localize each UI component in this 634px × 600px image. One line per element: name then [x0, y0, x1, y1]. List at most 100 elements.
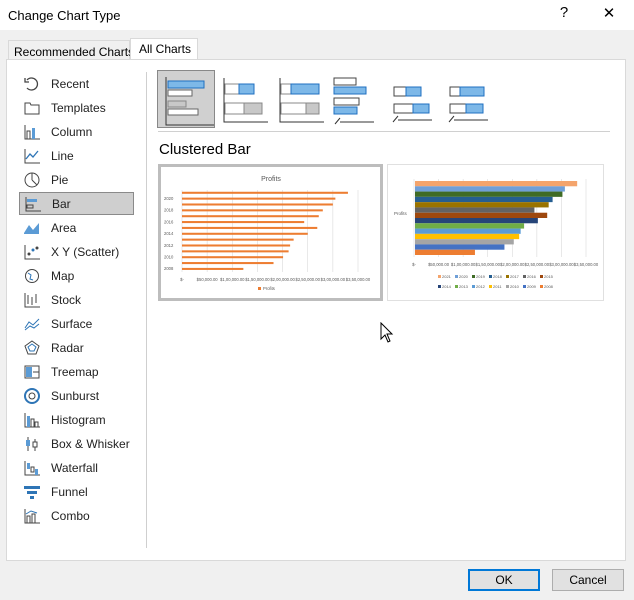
sidebar-item-funnel[interactable]: Funnel — [19, 480, 134, 503]
ok-button[interactable]: OK — [468, 569, 540, 591]
subtype-100-stacked-bar-button[interactable] — [274, 70, 332, 128]
sidebar-item-bar[interactable]: Bar — [19, 192, 134, 215]
3d-100-stacked-bar-icon — [448, 86, 488, 123]
line-chart-icon — [22, 148, 42, 164]
close-button[interactable]: ✕ — [594, 4, 624, 22]
subtype-clustered-bar-button[interactable] — [157, 70, 215, 128]
x-tick-label: $1,00,000.00 — [220, 277, 245, 282]
legend-label: 2008 — [544, 284, 554, 289]
legend-swatch — [258, 287, 261, 290]
sidebar-item-sunburst[interactable]: Sunburst — [19, 384, 134, 407]
subtype-3d-stacked-bar-button[interactable] — [386, 70, 444, 128]
legend-label: 2014 — [442, 284, 452, 289]
sidebar-item-label: Funnel — [51, 484, 88, 499]
sidebar-item-combo[interactable]: Combo — [19, 504, 134, 527]
sidebar-item-label: X Y (Scatter) — [51, 244, 120, 259]
bar-2020 — [415, 186, 565, 192]
scatter-chart-icon — [22, 244, 42, 260]
subtype-3d-clustered-bar-button[interactable] — [330, 70, 388, 128]
sidebar-item-x-y-scatter[interactable]: X Y (Scatter) — [19, 240, 134, 263]
sidebar-item-map[interactable]: Map — [19, 264, 134, 287]
legend-label: 2011 — [493, 284, 502, 289]
bar-2014 — [182, 232, 308, 235]
bar-2017 — [182, 215, 319, 218]
sidebar-item-label: Column — [51, 124, 93, 139]
map-chart-icon — [22, 268, 42, 284]
legend-label: 2009 — [527, 284, 537, 289]
chart-preview-2[interactable]: $- $50,000.00 $1,00,000.00 $1,50,000.00 $2,0… — [387, 164, 604, 301]
bar-2012 — [182, 244, 291, 247]
legend-swatch — [523, 285, 526, 288]
sidebar-item-label: Stock — [51, 292, 82, 307]
subtype-3d-100-stacked-bar-button[interactable] — [442, 70, 500, 128]
title-bar: Change Chart Type ? ✕ — [0, 0, 634, 30]
legend-swatch — [438, 285, 441, 288]
100-stacked-bar-icon — [279, 78, 324, 123]
legend-label: 2010 — [510, 284, 520, 289]
subtype-heading: Clustered Bar — [159, 141, 251, 158]
legend-swatch — [506, 285, 509, 288]
sidebar-item-recent[interactable]: Recent — [19, 72, 134, 95]
sidebar-item-label: Templates — [51, 100, 106, 115]
sidebar-item-pie[interactable]: Pie — [19, 168, 134, 191]
sidebar-item-column[interactable]: Column — [19, 120, 134, 143]
sidebar-item-waterfall[interactable]: Waterfall — [19, 456, 134, 479]
bar-2014 — [415, 218, 538, 224]
sidebar-item-label: Line — [51, 148, 74, 163]
histogram-chart-icon — [22, 412, 42, 428]
y-tick-label: 2012 — [164, 243, 174, 248]
recent-icon — [22, 76, 42, 92]
sidebar-item-histogram[interactable]: Histogram — [19, 408, 134, 431]
legend-label: 2018 — [493, 274, 503, 279]
sidebar-item-surface[interactable]: Surface — [19, 312, 134, 335]
stacked-bar-icon — [223, 78, 268, 123]
chart-preview-1[interactable]: Profits $- $50,000.00 $1,00,000.00 $1,50,000… — [158, 164, 383, 301]
y-tick-label: 2020 — [164, 196, 174, 201]
tab-recommended-charts[interactable]: Recommended Charts — [8, 40, 134, 61]
help-button[interactable]: ? — [549, 4, 579, 21]
legend-swatch — [489, 275, 492, 278]
bar-2010 — [415, 239, 514, 245]
sidebar-item-box-whisker[interactable]: Box & Whisker — [19, 432, 134, 455]
bar-2020 — [182, 197, 336, 200]
separator — [158, 131, 610, 132]
bar-2010 — [182, 256, 284, 259]
legend-label: 2015 — [544, 274, 554, 279]
sidebar-item-line[interactable]: Line — [19, 144, 134, 167]
waterfall-chart-icon — [22, 460, 42, 476]
x-tick-label: $3,50,000.00 — [346, 277, 371, 282]
legend-swatch — [455, 275, 458, 278]
sidebar-item-radar[interactable]: Radar — [19, 336, 134, 359]
bar-2016 — [182, 221, 305, 224]
legend-label: 2017 — [510, 274, 520, 279]
bar-2013 — [415, 223, 525, 229]
column-chart-icon — [22, 124, 42, 140]
3d-stacked-bar-icon — [392, 86, 432, 123]
legend-swatch — [455, 285, 458, 288]
sidebar-item-label: Box & Whisker — [51, 436, 130, 451]
bar-2008 — [415, 249, 475, 255]
sidebar-item-label: Sunburst — [51, 388, 100, 403]
legend-swatch — [489, 285, 492, 288]
sidebar-item-area[interactable]: Area — [19, 216, 134, 239]
sidebar-item-label: Pie — [51, 172, 69, 187]
legend-swatch — [523, 275, 526, 278]
legend-swatch — [438, 275, 441, 278]
sidebar-item-templates[interactable]: Templates — [19, 96, 134, 119]
tab-all-charts[interactable]: All Charts — [130, 38, 198, 61]
subtype-stacked-bar-button[interactable] — [218, 70, 276, 128]
sidebar-item-stock[interactable]: Stock — [19, 288, 134, 311]
x-tick-label: $1,50,000.00 — [245, 277, 270, 282]
bar-2018 — [182, 209, 323, 212]
x-tick-label: $50,000.00 — [428, 262, 450, 267]
bar-2011 — [182, 250, 289, 253]
sidebar-item-treemap[interactable]: Treemap — [19, 360, 134, 383]
mouse-cursor-icon — [380, 322, 394, 343]
bar-2015 — [415, 212, 548, 218]
x-tick-label: $- — [412, 262, 416, 267]
x-tick-label: $3,50,000.00 — [574, 262, 599, 267]
cancel-button[interactable]: Cancel — [552, 569, 624, 591]
funnel-chart-icon — [22, 484, 42, 500]
sunburst-chart-icon — [22, 387, 42, 404]
legend-swatch — [472, 285, 475, 288]
